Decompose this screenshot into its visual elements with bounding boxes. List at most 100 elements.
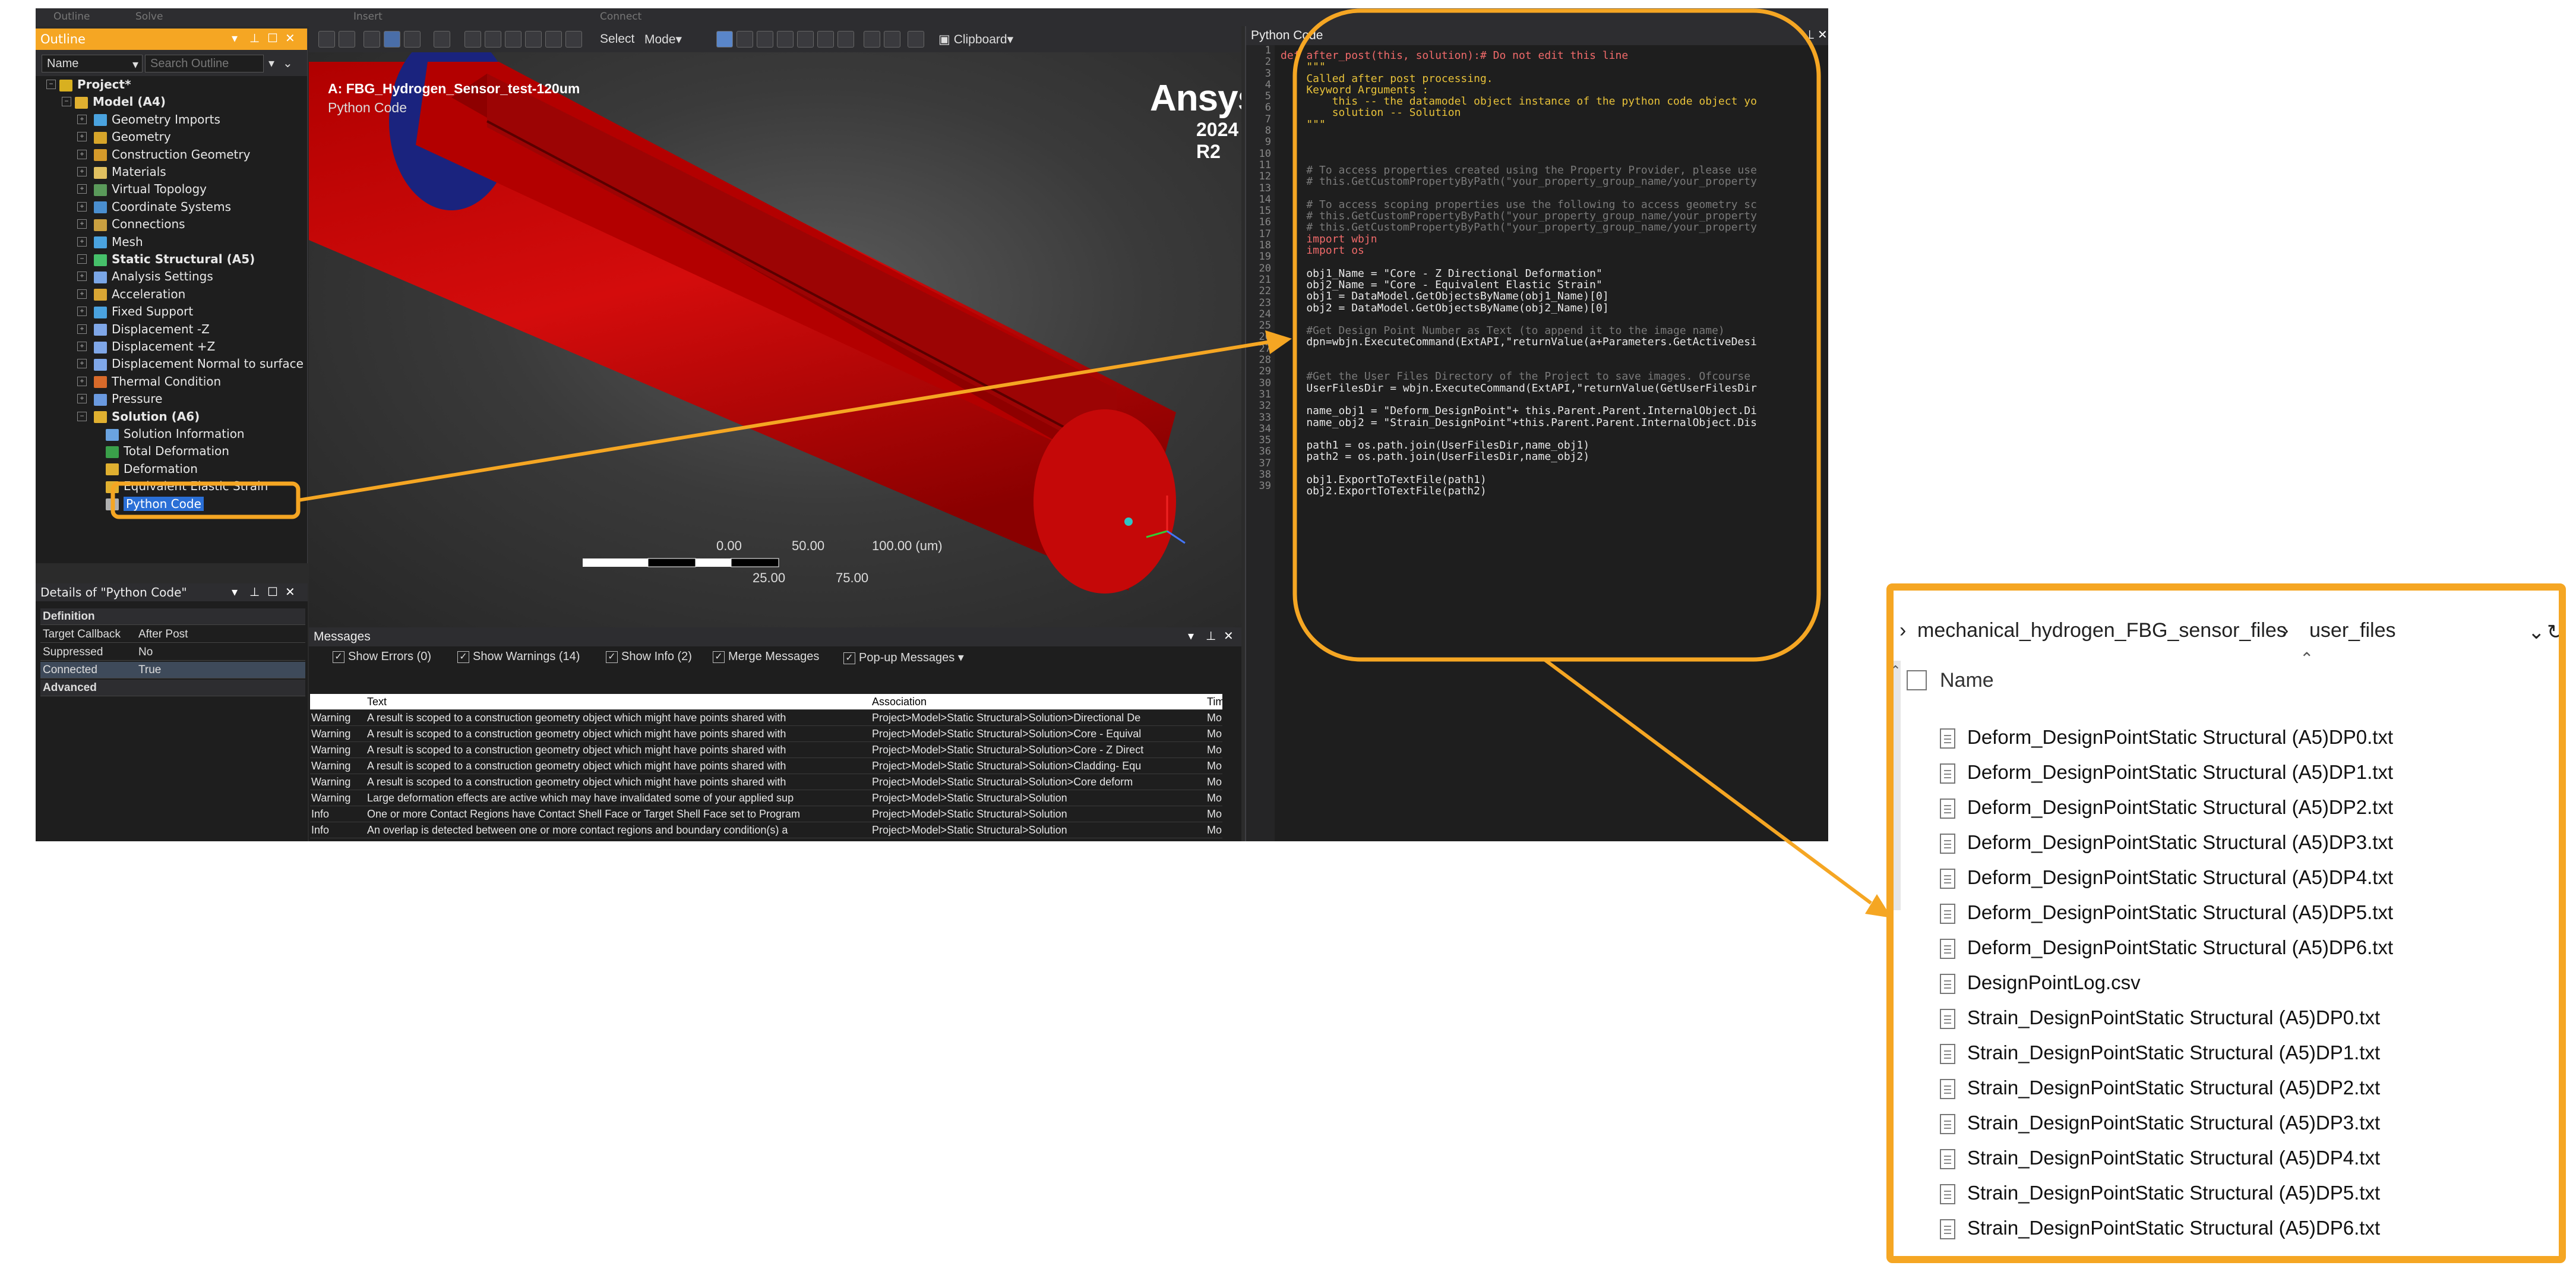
expand-toggle-icon[interactable]: + (77, 272, 87, 282)
code-line[interactable] (1281, 428, 1827, 440)
message-row[interactable]: Warning A result is scoped to a construct… (310, 758, 1222, 774)
tree-item[interactable]: Pressure (94, 390, 162, 407)
code-line[interactable] (1281, 188, 1827, 199)
message-row[interactable]: WarningThe material "Silicon Dioxide" in… (310, 838, 1222, 841)
code-line[interactable]: # To access scoping properties use the f… (1281, 199, 1827, 210)
tree-item[interactable]: Connections (94, 216, 185, 232)
expand-toggle-icon[interactable]: − (77, 411, 87, 421)
search-options-icon[interactable]: ▾ (268, 56, 274, 71)
rotate-icon[interactable] (434, 31, 450, 48)
message-row[interactable]: Warning A result is scoped to a construct… (310, 726, 1222, 742)
expand-toggle-icon[interactable]: + (77, 324, 87, 334)
details-row[interactable]: Advanced (40, 680, 305, 696)
file-row[interactable]: Deform_DesignPointStatic Structural (A5)… (1940, 761, 2393, 792)
details-row[interactable]: Target Callback After Post (40, 626, 305, 643)
pin-icon[interactable]: ⊥ (1804, 27, 1815, 42)
message-row[interactable]: Warning A result is scoped to a construct… (310, 710, 1222, 726)
close-icon[interactable]: ✕ (285, 585, 295, 599)
tree-item[interactable]: Solution Information (106, 425, 245, 442)
select-label[interactable]: Select (600, 32, 634, 46)
code-line[interactable] (1281, 314, 1827, 325)
file-row[interactable]: Deform_DesignPointStatic Structural (A5)… (1940, 831, 2393, 862)
scroll-up-icon[interactable]: ⌃ (1890, 663, 1901, 678)
zoom-next-icon[interactable] (545, 31, 562, 48)
code-line[interactable]: obj1 = DataModel.GetObjectsByName(obj1_N… (1281, 291, 1827, 302)
code-line[interactable] (1281, 153, 1827, 165)
expand-toggle-icon[interactable]: + (77, 149, 87, 159)
expand-toggle-icon[interactable]: + (77, 376, 87, 386)
select-face-icon[interactable] (777, 31, 794, 48)
expand-toggle-icon[interactable]: + (77, 307, 87, 317)
code-line[interactable]: obj1_Name = "Core - Z Directional Deform… (1281, 268, 1827, 279)
details-row[interactable]: Suppressed No (40, 644, 305, 661)
zoom-out-icon[interactable] (339, 31, 355, 48)
file-row[interactable]: Deform_DesignPointStatic Structural (A5)… (1940, 866, 2393, 897)
code-line[interactable]: # To access properties created using the… (1281, 165, 1827, 176)
code-line[interactable]: # this.GetCustomPropertyByPath("your_pro… (1281, 176, 1827, 187)
extend-icon[interactable] (864, 31, 880, 48)
scrollbar[interactable] (1889, 661, 1901, 910)
dropdown-icon[interactable]: ▾ (232, 585, 238, 599)
file-row[interactable]: Strain_DesignPointStatic Structural (A5)… (1940, 1112, 2380, 1143)
code-line[interactable]: obj1.ExportToTextFile(path1) (1281, 474, 1827, 485)
zoom-box-icon[interactable] (505, 31, 521, 48)
tree-item[interactable]: Coordinate Systems (94, 198, 231, 215)
graphics-viewport[interactable]: Select Mode▾ ▣ Clipboard▾ A: FBG_Hydroge… (309, 26, 1241, 627)
tree-item[interactable]: Displacement +Z (94, 338, 215, 355)
tree-item[interactable]: Virtual Topology (94, 181, 207, 197)
message-row[interactable]: Warning Large deformation effects are act… (310, 790, 1222, 806)
select-edge-icon[interactable] (757, 31, 773, 48)
expand-toggle-icon[interactable]: + (77, 114, 87, 124)
zoom-in-icon[interactable] (318, 31, 335, 48)
dropdown-icon[interactable]: ▾ (1188, 629, 1194, 643)
code-line[interactable] (1281, 130, 1827, 141)
file-row[interactable]: Strain_DesignPointStatic Structural (A5)… (1940, 1217, 2380, 1248)
message-row[interactable]: Info One or more Contact Regions have Con… (310, 806, 1222, 822)
code-line[interactable]: # this.GetCustomPropertyByPath("your_pro… (1281, 222, 1827, 233)
code-line[interactable] (1281, 256, 1827, 267)
code-line[interactable]: Keyword Arguments : (1281, 84, 1827, 96)
code-line[interactable]: obj2 = DataModel.GetObjectsByName(obj2_N… (1281, 302, 1827, 314)
code-line[interactable] (1281, 394, 1827, 405)
expand-toggle-icon[interactable]: + (77, 219, 87, 229)
code-editor[interactable]: def after_post(this, solution):# Do not … (1281, 50, 1827, 497)
code-line[interactable]: name_obj1 = "Deform_DesignPoint"+ this.P… (1281, 405, 1827, 416)
file-row[interactable]: Deform_DesignPointStatic Structural (A5)… (1940, 936, 2393, 967)
tab-solve[interactable]: Solve (135, 11, 163, 23)
pin-icon[interactable]: ⊥ (1206, 629, 1216, 643)
name-column-header[interactable]: Name (1940, 669, 1994, 692)
file-row[interactable]: Deform_DesignPointStatic Structural (A5)… (1940, 796, 2393, 827)
tree-item[interactable]: Geometry Imports (94, 111, 220, 128)
select-all-checkbox[interactable] (1907, 670, 1927, 690)
select-box-icon[interactable] (716, 31, 733, 48)
select-node-icon[interactable] (817, 31, 834, 48)
code-line[interactable] (1281, 359, 1827, 371)
code-line[interactable]: UserFilesDir = wbjn.ExecuteCommand(ExtAP… (1281, 383, 1827, 394)
file-row[interactable]: Deform_DesignPointStatic Structural (A5)… (1940, 726, 2393, 757)
code-line[interactable]: #Get Design Point Number as Text (to app… (1281, 325, 1827, 336)
tree-item[interactable]: Deformation (106, 460, 198, 477)
merge-messages-checkbox[interactable]: ✓ Merge Messages (713, 650, 819, 664)
select-body-icon[interactable] (797, 31, 814, 48)
tree-item[interactable]: Displacement Normal to surface (94, 355, 304, 372)
expand-toggle-icon[interactable]: + (77, 132, 87, 142)
code-line[interactable]: solution -- Solution (1281, 107, 1827, 118)
code-line[interactable]: """ (1281, 119, 1827, 130)
tree-item[interactable]: Model (A4) (75, 93, 166, 110)
code-line[interactable]: path1 = os.path.join(UserFilesDir,name_o… (1281, 440, 1827, 451)
tree-item[interactable]: Displacement -Z (94, 321, 210, 337)
close-icon[interactable]: ✕ (285, 31, 295, 45)
close-icon[interactable]: ✕ (1818, 27, 1828, 42)
message-row[interactable]: Warning A result is scoped to a construct… (310, 742, 1222, 758)
expand-toggle-icon[interactable]: − (77, 254, 87, 264)
file-row[interactable]: Strain_DesignPointStatic Structural (A5)… (1940, 1182, 2380, 1213)
file-row[interactable]: Strain_DesignPointStatic Structural (A5)… (1940, 1042, 2380, 1072)
tree-item[interactable]: Solution (A6) (94, 408, 200, 425)
select-element-icon[interactable] (837, 31, 854, 48)
tree-item[interactable]: Project* (59, 76, 131, 93)
float-icon[interactable]: ☐ (267, 31, 278, 45)
breadcrumb-folder[interactable]: mechanical_hydrogen_FBG_sensor_files (1917, 619, 2287, 642)
float-icon[interactable]: ☐ (267, 585, 278, 599)
expand-toggle-icon[interactable]: + (77, 236, 87, 247)
code-line[interactable]: dpn=wbjn.ExecuteCommand(ExtAPI,"returnVa… (1281, 336, 1827, 348)
